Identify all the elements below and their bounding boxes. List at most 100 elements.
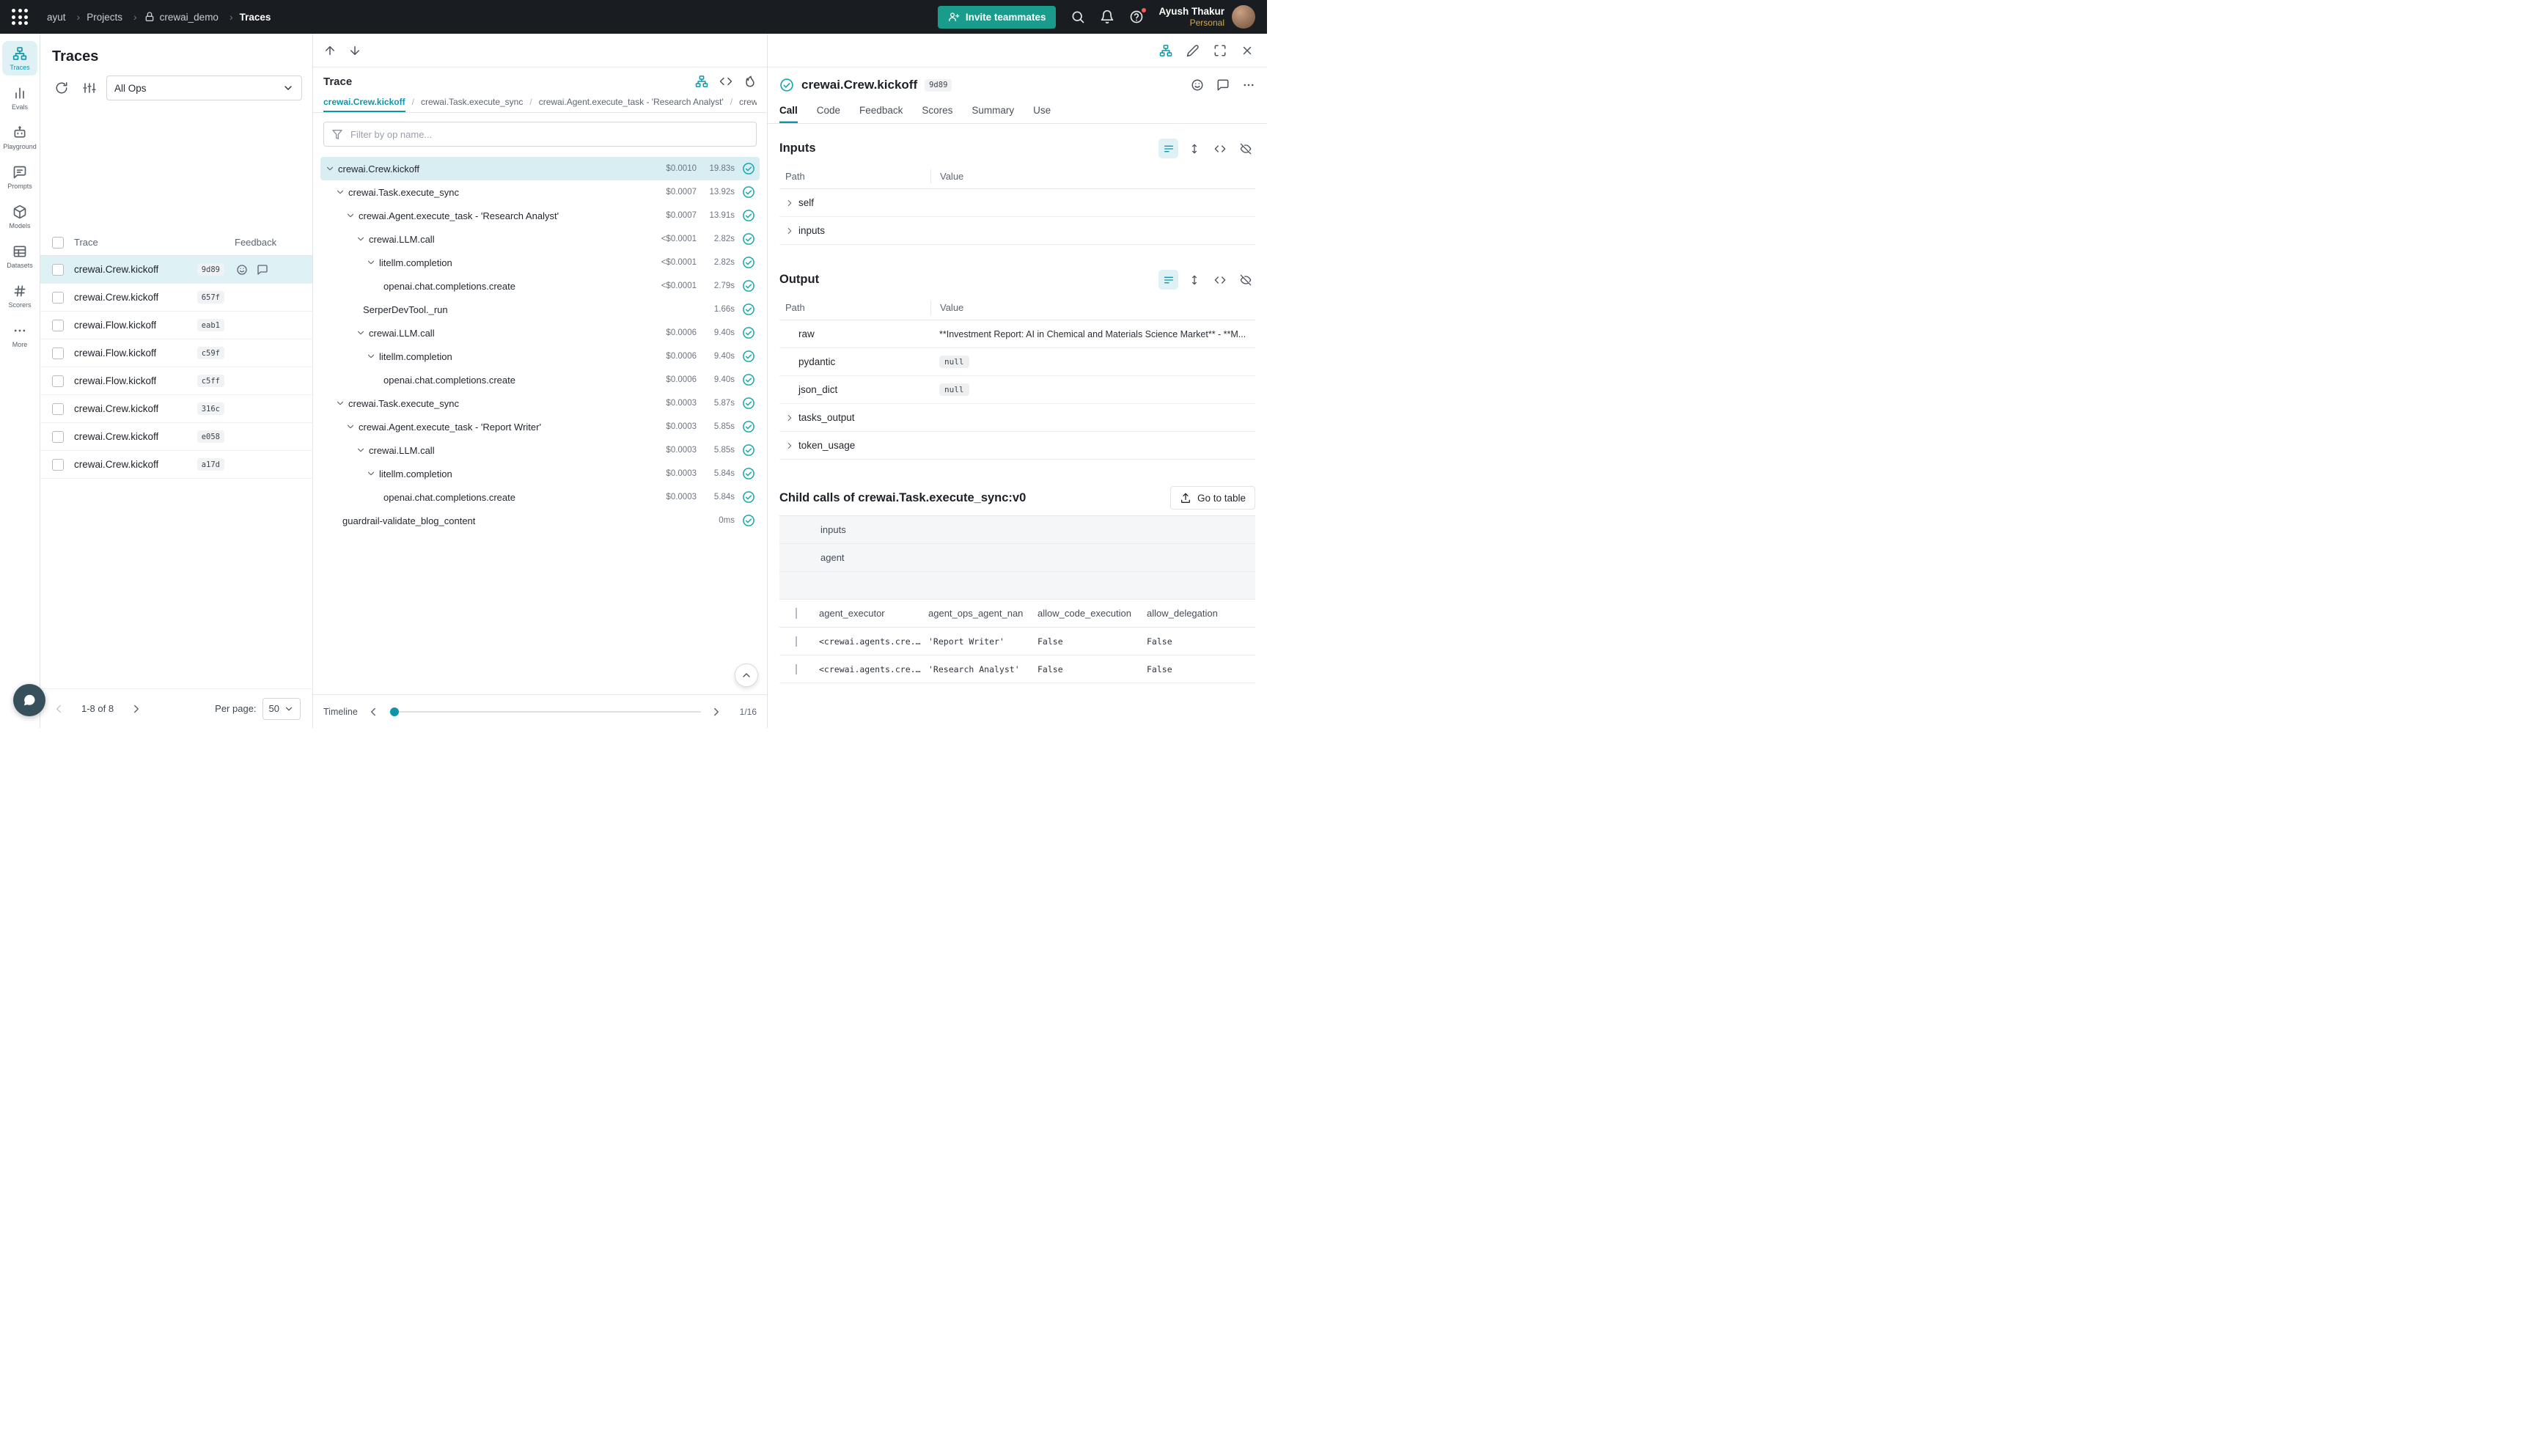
chevron-right-icon[interactable]: [782, 413, 797, 423]
chevron-right-icon[interactable]: [782, 198, 797, 208]
timeline-slider[interactable]: [389, 711, 701, 713]
sidebar-item-models[interactable]: Models: [2, 199, 37, 234]
tab-call[interactable]: Call: [779, 97, 798, 123]
op-filter-input[interactable]: [349, 128, 749, 141]
code-view-icon[interactable]: [719, 75, 732, 88]
next-trace-button[interactable]: [344, 40, 366, 62]
trace-tree-node[interactable]: openai.chat.completions.create $0.0006 9…: [320, 368, 760, 391]
refresh-button[interactable]: [51, 77, 73, 99]
trace-name[interactable]: crewai.Crew.kickoff: [74, 403, 158, 414]
chevron-down-icon[interactable]: [344, 422, 357, 432]
chevron-right-icon[interactable]: [782, 441, 797, 451]
row-checkbox[interactable]: [52, 375, 64, 387]
trace-tree-node[interactable]: guardrail-validate_blog_content 0ms: [320, 509, 760, 532]
scroll-to-top-button[interactable]: [735, 663, 758, 687]
previous-trace-button[interactable]: [319, 40, 341, 62]
trace-name[interactable]: crewai.Flow.kickoff: [74, 375, 156, 386]
tab-code[interactable]: Code: [817, 97, 840, 123]
input-row-inputs[interactable]: inputs: [779, 217, 1255, 245]
trace-tree-node[interactable]: litellm.completion $0.0003 5.84s: [320, 462, 760, 485]
expand-rows-button[interactable]: [1184, 139, 1204, 158]
table-row[interactable]: <crewai.agents.cre... 'Report Writer' Fa…: [779, 628, 1255, 655]
table-row[interactable]: crewai.Flow.kickoffc59f: [40, 339, 312, 367]
breadcrumb-project[interactable]: crewai_demo: [144, 11, 240, 23]
path-tab[interactable]: crewai.Task.execute_sync: [421, 91, 539, 112]
chevron-down-icon[interactable]: [364, 257, 378, 268]
table-row[interactable]: crewai.Flow.kickoffeab1: [40, 312, 312, 339]
sidebar-item-more[interactable]: More: [2, 318, 37, 353]
output-row-json-dict[interactable]: json_dict null: [779, 376, 1255, 404]
table-row[interactable]: crewai.Crew.kickoff9d89: [40, 256, 312, 284]
table-row[interactable]: crewai.Crew.kickoff657f: [40, 284, 312, 312]
avatar[interactable]: [1232, 5, 1255, 29]
chat-launcher-button[interactable]: [13, 684, 45, 716]
user-menu[interactable]: Ayush Thakur Personal: [1158, 5, 1255, 29]
tab-use[interactable]: Use: [1033, 97, 1051, 123]
sidebar-item-prompts[interactable]: Prompts: [2, 160, 37, 194]
per-page-select[interactable]: 50: [262, 698, 301, 720]
chevron-down-icon[interactable]: [354, 445, 367, 455]
trace-tree-node[interactable]: SerperDevTool._run 1.66s: [320, 298, 760, 321]
path-tab[interactable]: crewai.Crew.kickoff: [323, 91, 421, 112]
ops-filter-select[interactable]: All Ops: [106, 76, 302, 100]
trace-name[interactable]: crewai.Crew.kickoff: [74, 459, 158, 470]
trace-tree-node[interactable]: crewai.Task.execute_sync $0.0007 13.92s: [320, 180, 760, 204]
trace-tree-node[interactable]: litellm.completion <$0.0001 2.82s: [320, 251, 760, 274]
row-checkbox[interactable]: [796, 664, 797, 674]
trace-tree-node[interactable]: crewai.LLM.call $0.0003 5.85s: [320, 438, 760, 462]
table-row[interactable]: crewai.Flow.kickoffc5ff: [40, 367, 312, 395]
sidebar-item-scorers[interactable]: Scorers: [2, 279, 37, 313]
expand-rows-button[interactable]: [1184, 270, 1204, 290]
table-row[interactable]: crewai.Crew.kickoffe058: [40, 423, 312, 451]
feedback-emoji-icon[interactable]: [236, 264, 248, 276]
go-to-table-button[interactable]: Go to table: [1170, 486, 1255, 510]
trace-name[interactable]: crewai.Crew.kickoff: [74, 292, 158, 303]
breadcrumb-entity[interactable]: ayut: [47, 11, 87, 23]
column-settings-button[interactable]: [78, 77, 100, 99]
output-row-token-usage[interactable]: token_usage: [779, 432, 1255, 460]
timeline-prev-button[interactable]: [367, 705, 380, 718]
trace-tree-node[interactable]: litellm.completion $0.0006 9.40s: [320, 345, 760, 368]
feedback-comment-icon[interactable]: [257, 264, 268, 276]
prev-page-button[interactable]: [52, 702, 65, 716]
notifications-bell-icon[interactable]: [1100, 10, 1114, 24]
toggle-tree-icon[interactable]: [1159, 44, 1172, 57]
timeline-next-button[interactable]: [710, 705, 723, 718]
output-row-raw[interactable]: raw **Investment Report: AI in Chemical …: [779, 320, 1255, 348]
help-icon[interactable]: [1129, 10, 1144, 24]
close-icon[interactable]: [1241, 44, 1254, 57]
trace-tree-node[interactable]: crewai.LLM.call $0.0006 9.40s: [320, 321, 760, 345]
chevron-down-icon[interactable]: [344, 210, 357, 221]
add-reaction-icon[interactable]: [1191, 78, 1204, 92]
code-view-button[interactable]: [1210, 139, 1230, 158]
flame-view-icon[interactable]: [743, 75, 757, 88]
code-view-button[interactable]: [1210, 270, 1230, 290]
trace-tree-node[interactable]: openai.chat.completions.create $0.0003 5…: [320, 485, 760, 509]
trace-tree-node[interactable]: openai.chat.completions.create <$0.0001 …: [320, 274, 760, 298]
sidebar-item-playground[interactable]: Playground: [2, 120, 37, 155]
more-options-icon[interactable]: [1242, 78, 1255, 92]
comment-icon[interactable]: [1216, 78, 1230, 92]
row-checkbox[interactable]: [796, 636, 797, 647]
tab-scores[interactable]: Scores: [922, 97, 952, 123]
select-all-checkbox[interactable]: [52, 237, 64, 249]
chevron-down-icon[interactable]: [354, 234, 367, 244]
trace-name[interactable]: crewai.Flow.kickoff: [74, 348, 156, 359]
invite-teammates-button[interactable]: Invite teammates: [938, 6, 1057, 29]
trace-tree-node[interactable]: crewai.Crew.kickoff $0.0010 19.83s: [320, 157, 760, 180]
output-row-tasks-output[interactable]: tasks_output: [779, 404, 1255, 432]
output-row-pydantic[interactable]: pydantic null: [779, 348, 1255, 376]
tab-summary[interactable]: Summary: [972, 97, 1014, 123]
search-icon[interactable]: [1070, 10, 1085, 24]
tree-view-icon[interactable]: [695, 75, 708, 88]
chevron-down-icon[interactable]: [354, 328, 367, 338]
row-checkbox[interactable]: [52, 431, 64, 443]
pretty-view-button[interactable]: [1158, 139, 1178, 158]
sidebar-item-datasets[interactable]: Datasets: [2, 239, 37, 273]
sidebar-item-evals[interactable]: Evals: [2, 81, 37, 115]
breadcrumb-page[interactable]: Traces: [240, 12, 271, 23]
chevron-down-icon[interactable]: [323, 163, 337, 174]
fullscreen-icon[interactable]: [1213, 44, 1227, 57]
trace-tree-node[interactable]: crewai.Task.execute_sync $0.0003 5.87s: [320, 391, 760, 415]
tab-feedback[interactable]: Feedback: [859, 97, 903, 123]
